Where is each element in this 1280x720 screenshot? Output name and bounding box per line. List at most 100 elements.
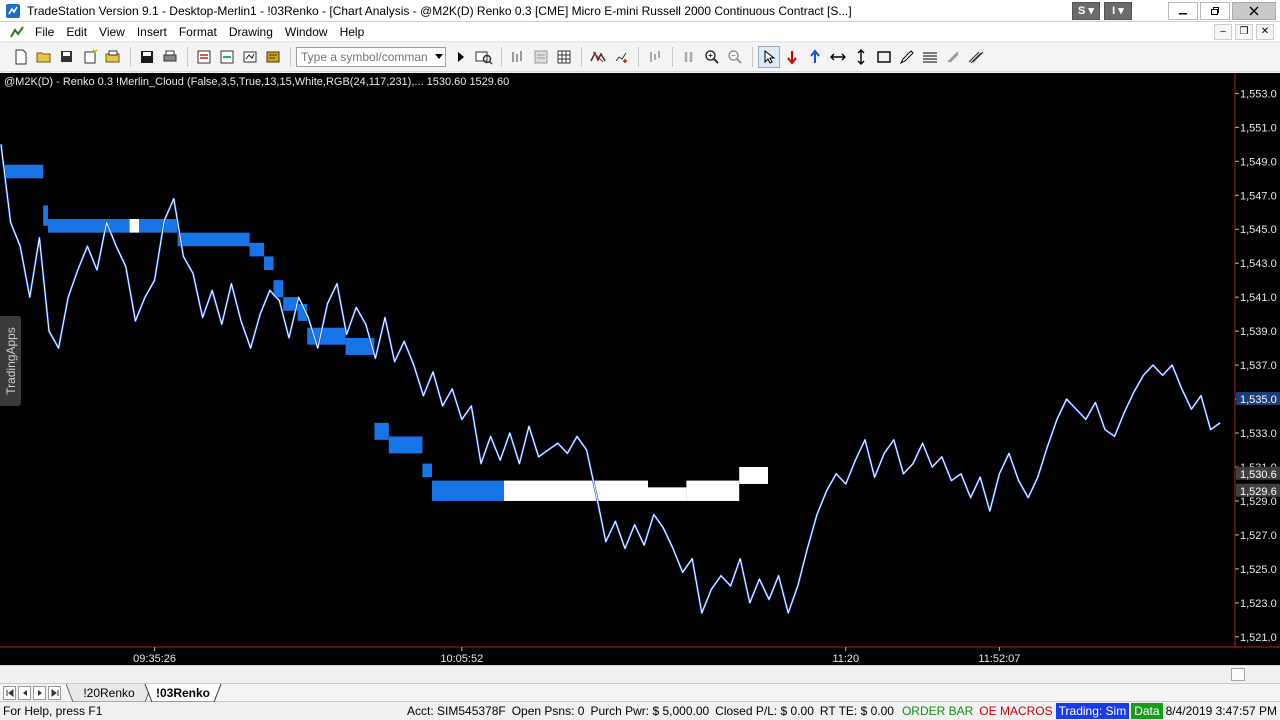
trading-mode-status[interactable]: Trading: Sim <box>1055 703 1130 719</box>
format-symbol-button[interactable] <box>216 46 238 68</box>
menu-edit[interactable]: Edit <box>60 25 93 39</box>
grid-button[interactable] <box>553 46 575 68</box>
save-all-button[interactable] <box>56 46 78 68</box>
bar-chart-icon <box>512 51 522 62</box>
pencil-icon <box>899 50 914 65</box>
hide-bars-button[interactable] <box>644 46 666 68</box>
price-line <box>0 144 1221 614</box>
menu-bar: File Edit View Insert Format Drawing Win… <box>0 22 1280 42</box>
price-axis-label: 1,545.0 <box>1240 224 1277 236</box>
new-workspace-button[interactable] <box>79 46 101 68</box>
vertical-line-button[interactable] <box>850 46 872 68</box>
restore-button[interactable] <box>1200 1 1230 20</box>
account-status[interactable]: Acct: SIM545378F <box>404 703 509 719</box>
menu-format[interactable]: Format <box>173 25 223 39</box>
symbol-combo[interactable] <box>296 47 446 67</box>
pointer-icon <box>764 49 776 64</box>
tradingapps-side-tab[interactable]: TradingApps <box>0 316 21 406</box>
mdi-minimize-button[interactable]: – <box>1214 23 1232 40</box>
purchasing-power-status[interactable]: Purch Pwr: $ 5,000.00 <box>587 703 712 719</box>
horizontal-lines-tool-button[interactable] <box>919 46 941 68</box>
s-menu-button[interactable]: S ▾ <box>1072 1 1100 20</box>
price-axis-label: 1,547.0 <box>1240 190 1277 202</box>
first-tab-button[interactable] <box>3 686 16 700</box>
rectangle-tool-button[interactable] <box>873 46 895 68</box>
save-button[interactable] <box>136 46 158 68</box>
s-menu-label: S <box>1078 4 1086 17</box>
close-button[interactable] <box>1232 1 1276 20</box>
mdi-restore-button[interactable]: ❐ <box>1235 23 1253 40</box>
toolbar-separator <box>501 47 502 67</box>
red-down-arrow-icon <box>787 51 797 65</box>
chart-header: @M2K(D) - Renko 0.3 !Merlin_Cloud (False… <box>4 76 510 88</box>
menu-help[interactable]: Help <box>334 25 371 39</box>
vertical-arrows-icon <box>857 49 865 65</box>
insert-analysis-button[interactable] <box>239 46 261 68</box>
oe-macros-status[interactable]: OE MACROS <box>976 703 1055 719</box>
price-axis-label: 1,541.0 <box>1240 292 1277 304</box>
sell-arrow-button[interactable] <box>781 46 803 68</box>
next-tab-button[interactable] <box>33 686 46 700</box>
cloud-segment <box>4 164 44 179</box>
indicator-button[interactable] <box>587 46 609 68</box>
symbol-lookup-button[interactable] <box>473 46 495 68</box>
minimize-button[interactable] <box>1168 1 1198 20</box>
insert-analysis-icon <box>243 51 257 63</box>
toolbar-separator <box>187 47 188 67</box>
help-text: For Help, press F1 <box>3 704 103 718</box>
print-button[interactable] <box>159 46 181 68</box>
bar-chart-button[interactable] <box>507 46 529 68</box>
rectangle-icon <box>877 51 891 63</box>
symbol-command-input[interactable] <box>296 47 446 67</box>
data-window-button[interactable] <box>530 46 552 68</box>
chart-canvas[interactable]: 1,553.0 1,551.0 1,549.0 1,547.0 1,545.0 1,543… <box>0 73 1280 665</box>
menu-window[interactable]: Window <box>279 25 334 39</box>
closed-pl-status[interactable]: Closed P/L: $ 0.00 <box>712 703 817 719</box>
open-button[interactable] <box>33 46 55 68</box>
horizontal-scrollbar[interactable] <box>0 665 1280 683</box>
price-tag-label: 1,529.6 <box>1240 486 1277 498</box>
tab-20renko[interactable]: !20Renko <box>73 684 145 702</box>
open-workspace-button[interactable] <box>102 46 124 68</box>
prev-tab-button[interactable] <box>18 686 31 700</box>
rt-te-status[interactable]: RT TE: $ 0.00 <box>817 703 897 719</box>
menu-insert[interactable]: Insert <box>131 25 173 39</box>
cloud-segment <box>686 480 740 501</box>
horizontal-line-button[interactable] <box>827 46 849 68</box>
data-status[interactable]: Data <box>1131 703 1163 719</box>
time-axis-label: 11:20 <box>832 653 859 665</box>
trendline-tool-button[interactable] <box>896 46 918 68</box>
zoom-out-button[interactable] <box>724 46 746 68</box>
format-window-button[interactable] <box>193 46 215 68</box>
pause-button[interactable] <box>678 46 700 68</box>
time-axis-label: 10:05:52 <box>440 653 483 665</box>
new-document-button[interactable] <box>10 46 32 68</box>
buy-arrow-button[interactable] <box>804 46 826 68</box>
i-menu-button[interactable]: I ▾ <box>1104 1 1132 20</box>
chart-area[interactable]: 1,553.0 1,551.0 1,549.0 1,547.0 1,545.0 1,543… <box>0 73 1280 665</box>
chevron-down-icon[interactable] <box>435 54 443 59</box>
tradingapps-label: TradingApps <box>3 327 18 395</box>
zoom-in-button[interactable] <box>701 46 723 68</box>
open-positions-status[interactable]: Open Psns: 0 <box>509 703 588 719</box>
mdi-close-button[interactable]: ✕ <box>1256 23 1274 40</box>
last-tab-button[interactable] <box>48 686 61 700</box>
horizontal-arrows-icon <box>830 53 846 61</box>
toolbar <box>0 43 1280 72</box>
chart-window-icon[interactable] <box>9 24 25 40</box>
menu-view[interactable]: View <box>93 25 131 39</box>
tab-03renko[interactable]: !03Renko <box>152 684 214 702</box>
menu-file[interactable]: File <box>29 25 60 39</box>
menu-drawing[interactable]: Drawing <box>223 25 279 39</box>
scrollbar-thumb[interactable] <box>1231 668 1245 681</box>
insert-strategy-button[interactable] <box>262 46 284 68</box>
new-workspace-icon <box>84 49 98 64</box>
parallel-lines-tool-button[interactable] <box>965 46 987 68</box>
cloud-segment <box>129 219 140 233</box>
fib-tool-button[interactable] <box>942 46 964 68</box>
order-bar-status[interactable]: ORDER BAR <box>899 703 976 719</box>
go-button[interactable] <box>450 46 472 68</box>
pointer-tool-button[interactable] <box>758 46 780 68</box>
blue-up-arrow-icon <box>810 49 820 63</box>
scale-button[interactable] <box>610 46 632 68</box>
